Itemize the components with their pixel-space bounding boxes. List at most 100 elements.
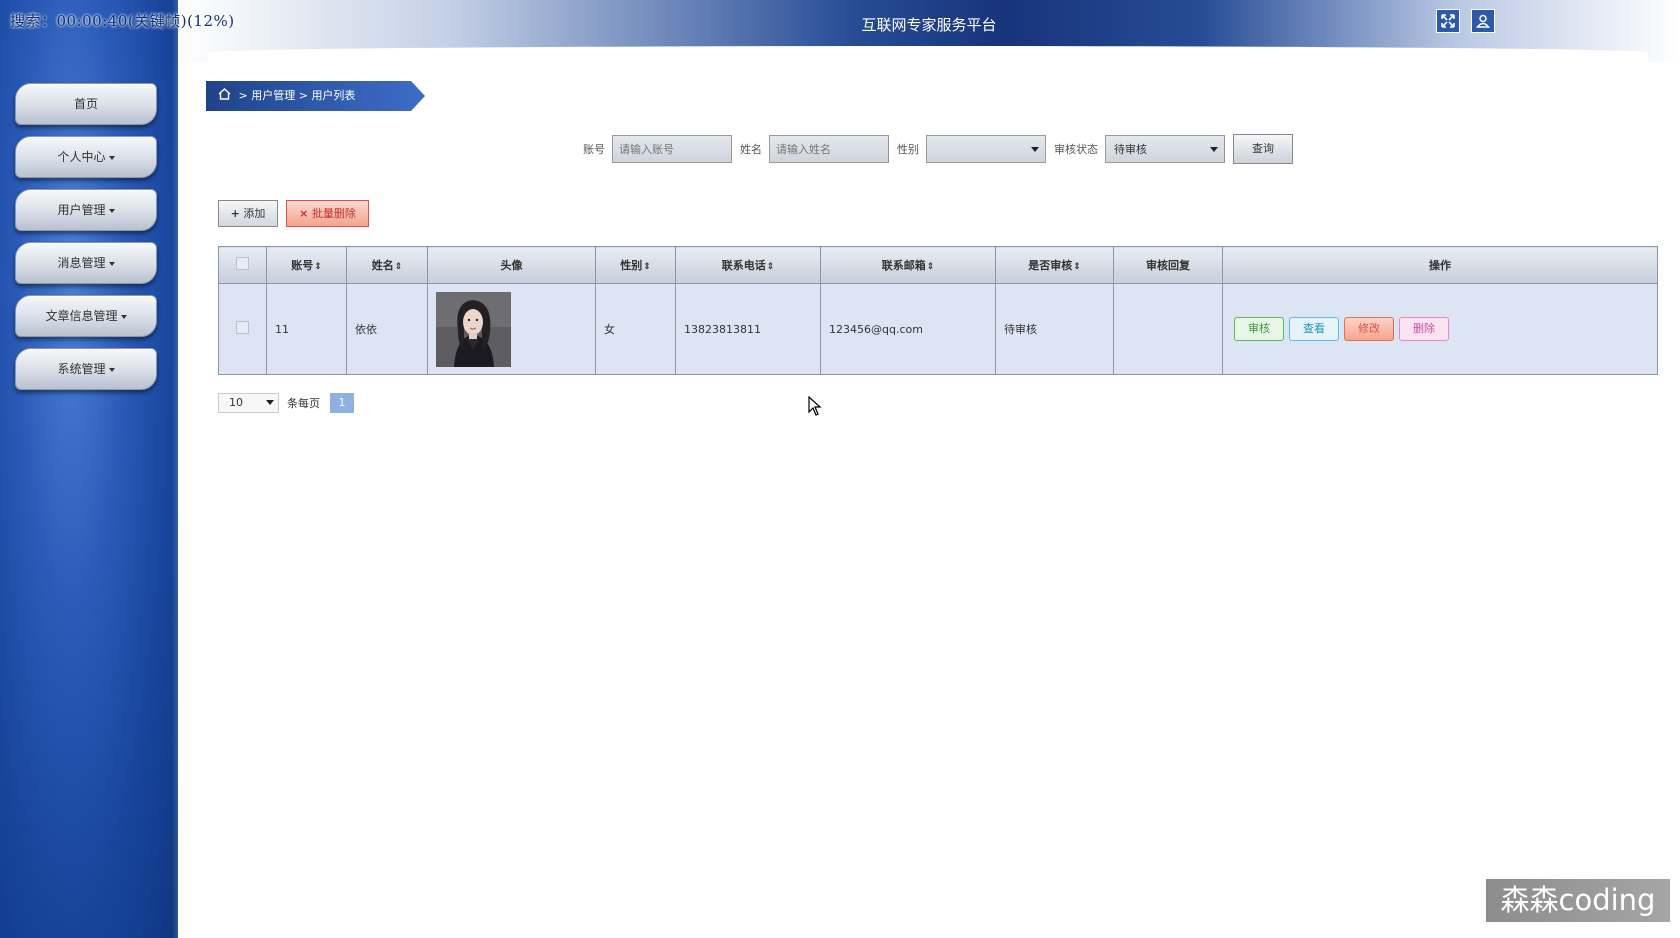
plus-icon: + [230, 207, 240, 220]
pagination: 10 条每页 1 [218, 393, 354, 413]
name-label: 姓名 [740, 143, 762, 156]
chevron-down-icon [1210, 147, 1218, 152]
delete-button[interactable]: 删除 [1399, 317, 1449, 341]
breadcrumb-sep: > [298, 89, 308, 102]
cell-phone: 13823813811 [675, 283, 821, 375]
cell-gender: 女 [595, 283, 676, 375]
page-size-label: 条每页 [287, 397, 320, 410]
batch-delete-label: 批量删除 [311, 207, 356, 220]
header-phone[interactable]: 联系电话⇕ [675, 246, 821, 284]
breadcrumb-item-list: 用户列表 [311, 89, 356, 102]
timer-overlay: 搜索：00:00:40(关键帧)(12%) [10, 12, 235, 30]
sort-icon: ⇕ [1073, 262, 1081, 272]
header-ops: 操作 [1222, 246, 1658, 284]
audit-button[interactable]: 审核 [1234, 317, 1284, 341]
header-wave [208, 46, 1648, 68]
header-checkbox-cell [218, 246, 267, 284]
row-checkbox-cell [218, 283, 267, 375]
cell-ops: 审核 查看 修改 删除 [1222, 283, 1658, 375]
main-area [178, 62, 1680, 938]
watermark: 森森coding [1486, 879, 1670, 922]
nav-label: 系统管理 [57, 362, 106, 376]
nav-personal-center[interactable]: 个人中心 [15, 136, 157, 178]
close-icon: × [299, 207, 309, 220]
sidebar-nav: 首页 个人中心 用户管理 消息管理 文章信息管理 系统管理 [15, 83, 157, 401]
page-size-select[interactable]: 10 [218, 393, 279, 413]
mouse-cursor-icon [808, 396, 822, 416]
query-button[interactable]: 查询 [1233, 134, 1293, 164]
nav-article-management[interactable]: 文章信息管理 [15, 295, 157, 337]
header-label: 联系邮箱 [881, 259, 926, 272]
header-label: 联系电话 [721, 259, 766, 272]
breadcrumb-item-users[interactable]: 用户管理 [251, 89, 295, 102]
nav-message-management[interactable]: 消息管理 [15, 242, 157, 284]
batch-delete-button[interactable]: × 批量删除 [286, 200, 369, 227]
header-label: 姓名 [371, 259, 394, 272]
header-name[interactable]: 姓名⇕ [346, 246, 428, 284]
avatar [436, 291, 511, 367]
page-1-button[interactable]: 1 [330, 393, 354, 413]
cell-name: 依依 [346, 283, 428, 375]
header-label: 性别 [620, 259, 643, 272]
header-gender[interactable]: 性别⇕ [595, 246, 676, 284]
breadcrumb: > 用户管理 > 用户列表 [206, 81, 425, 111]
sort-icon: ⇕ [926, 262, 935, 272]
cell-email: 123456@qq.com [820, 283, 996, 375]
header-email[interactable]: 联系邮箱⇕ [820, 246, 996, 284]
cell-audit: 待审核 [995, 283, 1114, 375]
user-icon[interactable] [1471, 9, 1495, 33]
cell-account: 11 [266, 283, 347, 375]
caret-down-icon [120, 314, 127, 319]
status-label: 审核状态 [1054, 143, 1098, 156]
nav-label: 首页 [73, 97, 98, 111]
add-button[interactable]: + 添加 [218, 200, 278, 227]
nav-user-management[interactable]: 用户管理 [15, 189, 157, 231]
search-bar: 账号 姓名 性别 审核状态 待审核 查询 [583, 134, 1293, 164]
home-icon[interactable] [218, 81, 231, 111]
cell-avatar [427, 283, 596, 375]
name-input[interactable] [769, 135, 889, 163]
header-avatar: 头像 [427, 246, 596, 284]
header-audit[interactable]: 是否审核⇕ [995, 246, 1114, 284]
caret-down-icon [108, 155, 115, 160]
chevron-down-icon [1031, 147, 1039, 152]
header-label: 是否审核 [1028, 259, 1073, 272]
sort-icon: ⇕ [766, 262, 775, 272]
header-label: 头像 [500, 259, 523, 272]
account-input[interactable] [612, 135, 732, 163]
fullscreen-icon[interactable] [1436, 9, 1460, 33]
sort-icon: ⇕ [643, 262, 651, 272]
nav-system-management[interactable]: 系统管理 [15, 348, 157, 390]
sort-icon: ⇕ [314, 262, 322, 272]
caret-down-icon [108, 261, 115, 266]
view-button[interactable]: 查看 [1289, 317, 1339, 341]
header-label: 账号 [291, 259, 314, 272]
gender-label: 性别 [897, 143, 919, 156]
select-all-checkbox[interactable] [236, 257, 249, 270]
nav-label: 个人中心 [57, 150, 106, 164]
gender-select[interactable] [926, 135, 1046, 163]
header-account[interactable]: 账号⇕ [266, 246, 347, 284]
header: 互联网专家服务平台 [178, 0, 1680, 68]
caret-down-icon [108, 367, 115, 372]
add-button-label: 添加 [243, 207, 266, 220]
status-select[interactable]: 待审核 [1105, 135, 1225, 163]
caret-down-icon [108, 208, 115, 213]
table-row: 11 依依 女 13823813811 123456@qq.com 待审核 审核… [218, 283, 1658, 375]
sort-icon: ⇕ [394, 262, 403, 272]
cell-reply [1113, 283, 1223, 375]
nav-home[interactable]: 首页 [15, 83, 157, 125]
edit-button[interactable]: 修改 [1344, 317, 1394, 341]
header-reply: 审核回复 [1113, 246, 1223, 284]
row-checkbox[interactable] [236, 321, 249, 334]
table-header-row: 账号⇕ 姓名⇕ 头像 性别⇕ 联系电话⇕ 联系邮箱⇕ 是否审核⇕ 审核回复 操作 [218, 246, 1658, 284]
sidebar: 首页 个人中心 用户管理 消息管理 文章信息管理 系统管理 [0, 0, 178, 938]
breadcrumb-sep: > [238, 89, 248, 102]
user-table: 账号⇕ 姓名⇕ 头像 性别⇕ 联系电话⇕ 联系邮箱⇕ 是否审核⇕ 审核回复 操作… [218, 246, 1658, 375]
account-label: 账号 [583, 143, 605, 156]
chevron-down-icon [266, 400, 274, 405]
nav-label: 文章信息管理 [45, 309, 118, 323]
header-label: 审核回复 [1146, 259, 1190, 272]
nav-label: 用户管理 [57, 203, 106, 217]
page-size-value: 10 [229, 396, 243, 409]
